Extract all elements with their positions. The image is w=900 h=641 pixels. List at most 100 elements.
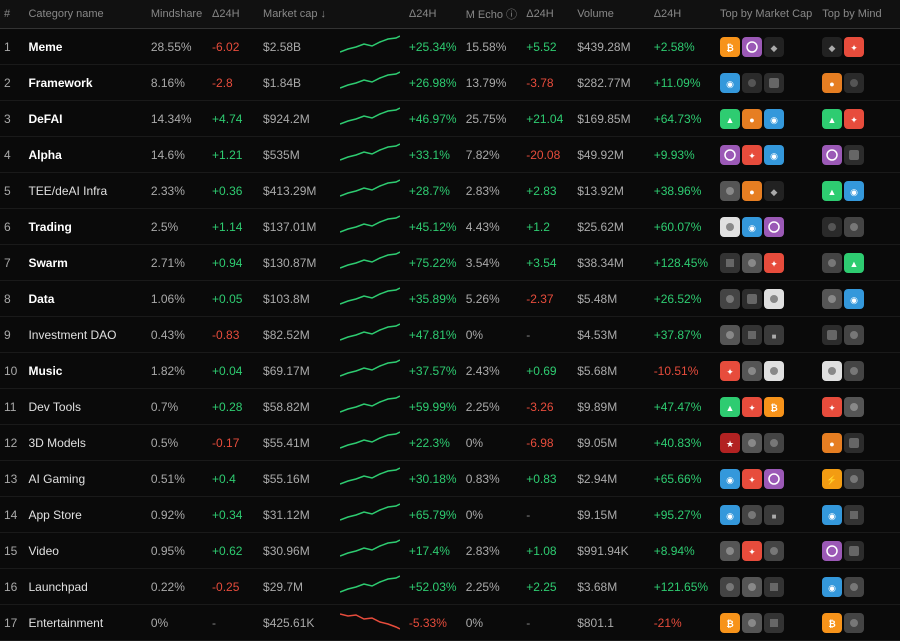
table-row: 16 Launchpad 0.22% -0.25 $29.7M +52.03% … [0, 569, 900, 605]
top-mind-cell [818, 209, 900, 245]
svg-text:◉: ◉ [726, 79, 734, 89]
svg-text:◆: ◆ [771, 187, 778, 197]
mindshare-cell: 1.06% [147, 281, 208, 317]
svg-text:▲: ▲ [850, 259, 859, 269]
top-mc-cell: ◉■ [716, 497, 818, 533]
sparkline-cell [336, 389, 405, 425]
mind-delta-cell: +4.74 [208, 101, 259, 137]
top-mc-cell: ■ [716, 317, 818, 353]
mcap-delta-cell: +45.12% [405, 209, 462, 245]
mcap-cell: $2.58B [259, 29, 335, 65]
top-mc-cell: ✦◉ [716, 137, 818, 173]
rank-cell: 10 [0, 353, 24, 389]
sparkline-cell [336, 533, 405, 569]
mcap-cell: $103.8M [259, 281, 335, 317]
top-mc-cell [716, 569, 818, 605]
sparkline-cell [336, 29, 405, 65]
svg-text:✦: ✦ [748, 403, 756, 413]
col-volume: Volume [573, 0, 649, 29]
col-spark-header [336, 0, 405, 29]
mcap-delta-cell: +22.3% [405, 425, 462, 461]
rank-cell: 3 [0, 101, 24, 137]
volume-cell: $801.1 [573, 605, 649, 641]
mcap-delta-cell: +17.4% [405, 533, 462, 569]
volume-cell: $2.94M [573, 461, 649, 497]
sparkline-cell [336, 425, 405, 461]
col-echo: M Echo ⓘ [462, 0, 523, 29]
svg-text:■: ■ [772, 512, 777, 521]
rank-cell: 13 [0, 461, 24, 497]
echo-cell: 0% [462, 497, 523, 533]
echo-cell: 0.83% [462, 461, 523, 497]
mindshare-cell: 0.51% [147, 461, 208, 497]
svg-text:▲: ▲ [828, 187, 837, 197]
svg-text:●: ● [830, 79, 835, 89]
mcap-delta-cell: +65.79% [405, 497, 462, 533]
rank-cell: 8 [0, 281, 24, 317]
svg-text:▲: ▲ [828, 115, 837, 125]
category-name-cell: Music [24, 353, 146, 389]
vol-delta-cell: +38.96% [650, 173, 716, 209]
volume-cell: $25.62M [573, 209, 649, 245]
mindshare-cell: 28.55% [147, 29, 208, 65]
col-mcap: Market cap ↓ [259, 0, 335, 29]
echo-cell: 7.82% [462, 137, 523, 173]
echo-delta-cell: +2.83 [522, 173, 573, 209]
main-table: # Category name Mindshare Δ24H Market ca… [0, 0, 900, 641]
mind-delta-cell: +0.05 [208, 281, 259, 317]
top-mc-cell: ◉ [716, 209, 818, 245]
mcap-delta-cell: +47.81% [405, 317, 462, 353]
rank-cell: 7 [0, 245, 24, 281]
top-mc-cell: ✦ [716, 533, 818, 569]
svg-text:◆: ◆ [771, 43, 778, 53]
vol-delta-cell: +37.87% [650, 317, 716, 353]
svg-text:◉: ◉ [828, 583, 836, 593]
category-name-cell: Alpha [24, 137, 146, 173]
echo-delta-cell: -2.37 [522, 281, 573, 317]
volume-cell: $38.34M [573, 245, 649, 281]
top-mind-cell: ▲◉ [818, 173, 900, 209]
mcap-delta-cell: -5.33% [405, 605, 462, 641]
category-name-cell: Investment DAO [24, 317, 146, 353]
mcap-cell: $1.84B [259, 65, 335, 101]
sparkline-cell [336, 497, 405, 533]
rank-cell: 2 [0, 65, 24, 101]
echo-delta-cell: +21.04 [522, 101, 573, 137]
svg-text:✦: ✦ [726, 367, 734, 377]
mcap-delta-cell: +33.1% [405, 137, 462, 173]
echo-delta-cell: -6.98 [522, 425, 573, 461]
svg-text:✦: ✦ [748, 547, 756, 557]
table-row: 14 App Store 0.92% +0.34 $31.12M +65.79%… [0, 497, 900, 533]
table-row: 11 Dev Tools 0.7% +0.28 $58.82M +59.99% … [0, 389, 900, 425]
svg-text:◉: ◉ [726, 475, 734, 485]
mind-delta-cell: - [208, 605, 259, 641]
echo-cell: 5.26% [462, 281, 523, 317]
table-row: 10 Music 1.82% +0.04 $69.17M +37.57% 2.4… [0, 353, 900, 389]
table-row: 12 3D Models 0.5% -0.17 $55.41M +22.3% 0… [0, 425, 900, 461]
svg-text:▲: ▲ [726, 403, 735, 413]
volume-cell: $5.48M [573, 281, 649, 317]
echo-cell: 15.58% [462, 29, 523, 65]
top-mc-cell: ₿◆ [716, 29, 818, 65]
col-top-mind: Top by Mind [818, 0, 900, 29]
svg-text:◉: ◉ [770, 151, 778, 161]
sparkline-cell [336, 605, 405, 641]
top-mc-cell: ▲✦₿ [716, 389, 818, 425]
mind-delta-cell: +0.94 [208, 245, 259, 281]
category-name-cell: AI Gaming [24, 461, 146, 497]
top-mind-cell [818, 353, 900, 389]
volume-cell: $4.53M [573, 317, 649, 353]
volume-cell: $9.15M [573, 497, 649, 533]
top-mc-cell: ₿ [716, 605, 818, 641]
sparkline-cell [336, 281, 405, 317]
top-mc-cell: ★ [716, 425, 818, 461]
volume-cell: $3.68M [573, 569, 649, 605]
echo-delta-cell: -20.08 [522, 137, 573, 173]
mindshare-cell: 0.92% [147, 497, 208, 533]
echo-delta-cell: -3.26 [522, 389, 573, 425]
volume-cell: $5.68M [573, 353, 649, 389]
echo-cell: 0% [462, 425, 523, 461]
col-category: Category name [24, 0, 146, 29]
echo-delta-cell: +1.2 [522, 209, 573, 245]
top-mind-cell: ◉ [818, 281, 900, 317]
